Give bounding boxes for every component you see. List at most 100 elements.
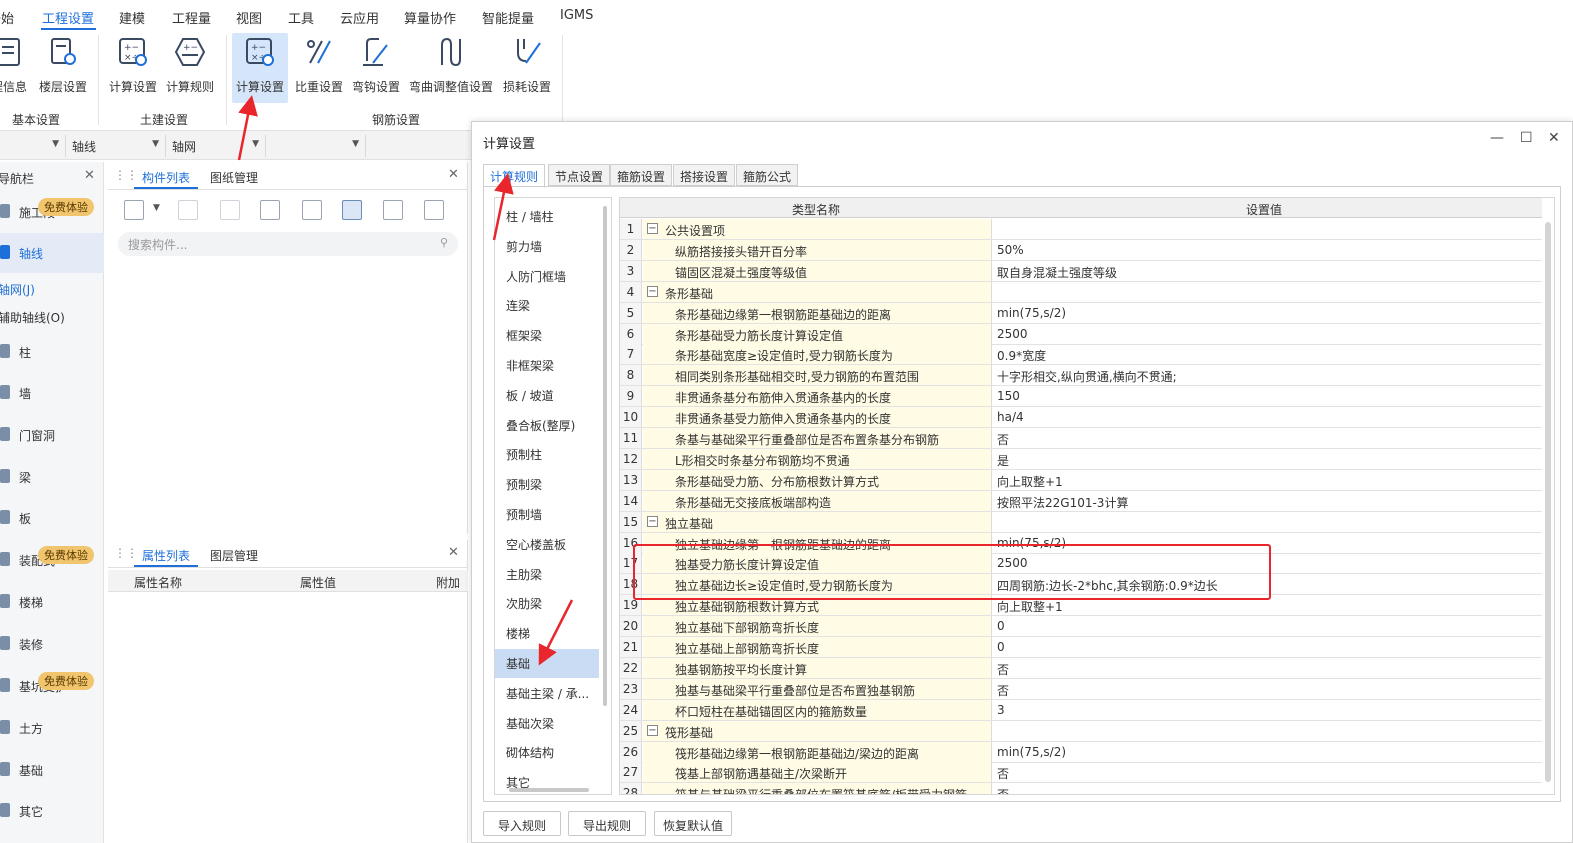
menu-collab[interactable]: 算量协作 (404, 8, 456, 27)
weight-settings-button[interactable]: 比重设置 (292, 33, 346, 103)
category-item[interactable]: 柱 / 墙柱 (495, 202, 599, 231)
chevron-down-icon[interactable]: ▼ (153, 203, 160, 213)
tab-lap-settings[interactable]: 搭接设置 (673, 164, 736, 186)
grid-scrollbar[interactable] (1545, 222, 1551, 782)
collapse-icon[interactable]: − (647, 285, 658, 297)
close-icon[interactable]: ✕ (448, 545, 459, 560)
menu-tools[interactable]: 工具 (288, 8, 314, 27)
category-item[interactable]: 基础主梁 / 承... (495, 679, 599, 708)
nav-item-axis[interactable]: 轴线 (0, 233, 104, 273)
setting-value-cell[interactable]: 150 (993, 386, 1542, 406)
table-row[interactable]: 10 非贯通条基受力筋伸入贯通条基内的长度 ha/4 (620, 407, 1542, 429)
table-row[interactable]: 25− 筏形基础 (620, 720, 1542, 742)
nav-sub-aux-axis[interactable]: 辅助轴线(O) (0, 309, 65, 326)
nav-item-slab[interactable]: 板 (0, 498, 104, 538)
setting-value-cell[interactable]: 按照平法22G101-3计算 (993, 491, 1542, 511)
nav-item-earthwork[interactable]: 土方 (0, 708, 104, 748)
table-row[interactable]: 24 杯口短柱在基础锚固区内的箍筋数量 3 (620, 699, 1542, 721)
nav-item-door-window[interactable]: 门窗洞 (0, 415, 104, 455)
category-item[interactable]: 板 / 坡道 (495, 381, 599, 410)
floor-select[interactable]: ▼ (0, 135, 66, 157)
maximize-icon[interactable]: ☐ (1520, 130, 1533, 146)
setting-value-cell[interactable]: 0 (993, 637, 1542, 657)
tab-layer-management[interactable]: 图层管理 (210, 547, 258, 564)
close-icon[interactable]: ✕ (1548, 130, 1560, 146)
tab-calc-rules[interactable]: 计算规则 (483, 164, 546, 188)
tab-property-list[interactable]: 属性列表 (142, 547, 190, 564)
hook-settings-button[interactable]: 弯钩设置 (349, 33, 403, 103)
setting-value-cell[interactable]: 否 (993, 783, 1542, 794)
category-item[interactable]: 楼梯 (495, 619, 599, 648)
category-item[interactable]: 预制墙 (495, 500, 599, 529)
table-row[interactable]: 9 非贯通条基分布筋伸入贯通条基内的长度 150 (620, 386, 1542, 408)
category-item[interactable]: 预制梁 (495, 470, 599, 499)
drag-handle-icon[interactable]: ⋮⋮ (114, 546, 138, 560)
category-item[interactable]: 主肋梁 (495, 560, 599, 589)
category-item[interactable]: 预制柱 (495, 440, 599, 469)
new-component-icon[interactable] (124, 200, 144, 220)
filter-icon[interactable] (342, 200, 362, 220)
setting-value-cell[interactable]: 否 (993, 679, 1542, 699)
collapse-icon[interactable]: − (647, 223, 658, 234)
setting-value-cell[interactable] (993, 721, 1542, 741)
setting-value-cell[interactable]: 取自身混凝土强度等级 (993, 261, 1542, 281)
copy-icon[interactable] (178, 200, 198, 220)
category-select[interactable]: 轴线 ▼ (68, 135, 166, 157)
duplicate-icon[interactable] (260, 200, 280, 220)
setting-value-cell[interactable]: min(75,s/2) (993, 303, 1542, 323)
category-item[interactable]: 砌体结构 (495, 738, 599, 767)
menu-smart-extract[interactable]: 智能提量 (482, 8, 534, 27)
minimize-icon[interactable]: — (1490, 130, 1504, 146)
tab-stirrup-settings[interactable]: 箍筋设置 (610, 164, 673, 186)
category-item[interactable]: 人防门框墙 (495, 262, 599, 291)
setting-value-cell[interactable]: 3 (993, 700, 1542, 720)
layer-copy-icon[interactable] (302, 200, 322, 220)
export-rules-button[interactable]: 导出规则 (568, 811, 646, 836)
table-row[interactable]: 4− 条形基础 (620, 281, 1542, 303)
table-row[interactable]: 27 筏基上部钢筋遇基础主/次梁断开 否 (620, 762, 1542, 784)
table-row[interactable]: 11 条基与基础梁平行重叠部位是否布置条基分布钢筋 否 (620, 428, 1542, 449)
setting-value-cell[interactable]: 2500 (993, 324, 1542, 344)
collapse-icon[interactable]: − (647, 724, 658, 736)
category-item[interactable]: 基础 (495, 649, 599, 678)
close-icon[interactable]: ✕ (84, 168, 95, 183)
setting-value-cell[interactable]: 是 (993, 449, 1542, 469)
civil-calc-settings-button[interactable]: +− ×÷ 计算设置 (106, 33, 160, 103)
setting-value-cell[interactable] (993, 282, 1542, 302)
table-row[interactable]: 12 L形相交时条基分布钢筋均不贯通 是 (620, 448, 1542, 470)
menu-view[interactable]: 视图 (236, 8, 262, 27)
table-row[interactable]: 14 条形基础无交接底板端部构造 按照平法22G101-3计算 (620, 490, 1542, 512)
rebar-calc-settings-button[interactable]: +− ×÷ 计算设置 (232, 33, 288, 103)
nav-item-wall[interactable]: 墙 (0, 373, 104, 413)
restore-defaults-button[interactable]: 恢复默认值 (654, 811, 732, 836)
setting-value-cell[interactable]: 否 (993, 762, 1542, 782)
table-row[interactable]: 8 相同类别条形基础相交时,受力钢筋的布置范围 十字形相交,纵向贯通,横向不贯通; (620, 365, 1542, 387)
table-row[interactable]: 7 条形基础宽度≥设定值时,受力钢筋长度为 0.9*宽度 (620, 344, 1542, 366)
drag-handle-icon[interactable]: ⋮⋮ (114, 168, 138, 182)
table-row[interactable]: 21 独立基础上部钢筋弯折长度 0 (620, 637, 1542, 658)
setting-value-cell[interactable]: 否 (993, 658, 1542, 678)
nav-item-beam[interactable]: 梁 (0, 457, 104, 497)
setting-value-cell[interactable]: 0.9*宽度 (993, 344, 1542, 364)
table-row[interactable]: 5 条形基础边缘第一根钢筋距基础边的距离 min(75,s/2) (620, 302, 1542, 324)
category-hscrollbar[interactable] (509, 788, 589, 792)
floor-settings-button[interactable]: 楼层设置 (37, 33, 89, 103)
category-item[interactable]: 次肋梁 (495, 589, 599, 618)
table-row[interactable]: 28 筏基与基础梁平行重叠部位布置筏基底筋/板带受力钢筋 否 (620, 783, 1542, 794)
table-row[interactable]: 6 条形基础受力筋长度计算设定值 2500 (620, 323, 1542, 345)
category-item[interactable]: 基础次梁 (495, 709, 599, 738)
setting-value-cell[interactable] (993, 512, 1542, 532)
tab-component-list[interactable]: 构件列表 (142, 169, 190, 186)
table-row[interactable]: 2 纵筋搭接接头错开百分率 50% (620, 239, 1542, 261)
category-scrollbar[interactable] (603, 206, 607, 706)
category-item[interactable]: 叠合板(整厚) (495, 411, 599, 440)
loss-settings-button[interactable]: 损耗设置 (500, 33, 554, 103)
category-item[interactable]: 框架梁 (495, 321, 599, 350)
tab-drawing-management[interactable]: 图纸管理 (210, 169, 258, 186)
setting-value-cell[interactable]: 0 (993, 616, 1542, 636)
component-search-input[interactable]: 搜索构件... ⚲ (118, 232, 458, 256)
nav-item-column[interactable]: 柱 (0, 332, 104, 372)
menu-start[interactable]: 开始 (0, 8, 14, 27)
tab-stirrup-formula[interactable]: 箍筋公式 (736, 164, 799, 186)
setting-value-cell[interactable] (993, 219, 1542, 239)
